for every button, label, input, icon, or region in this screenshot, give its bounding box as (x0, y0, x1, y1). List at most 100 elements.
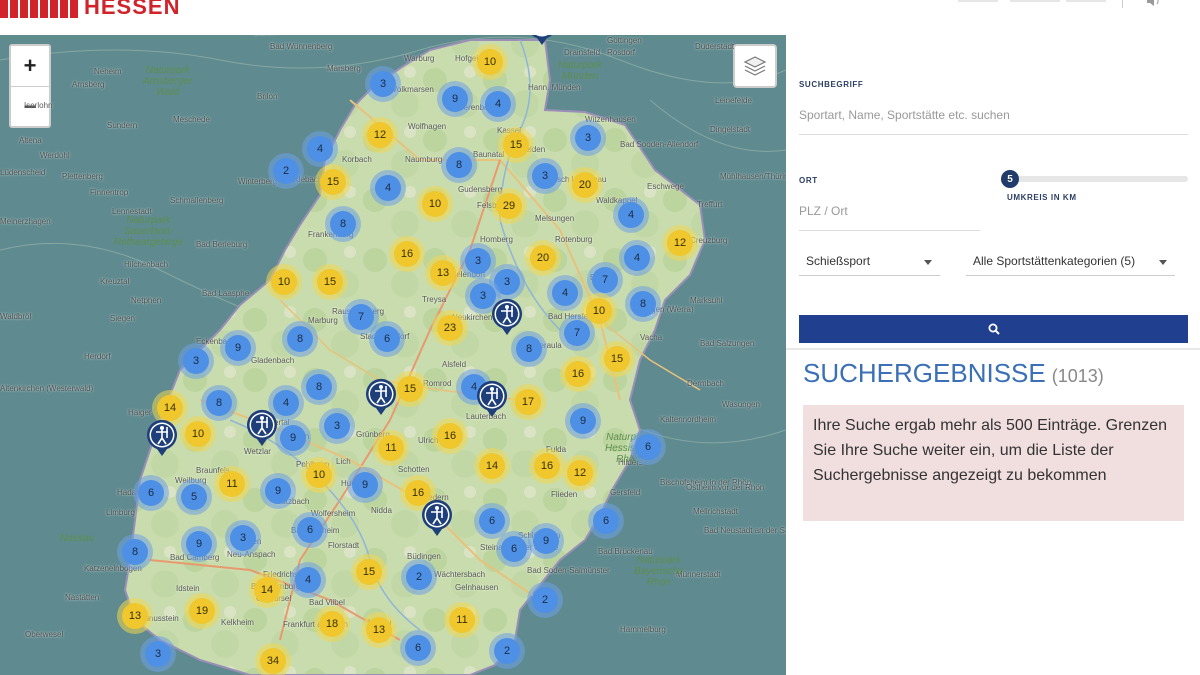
marker-cluster[interactable]: 3 (225, 520, 261, 556)
search-input[interactable]: Sportart, Name, Sportstätte etc. suchen (799, 108, 1188, 135)
category-select[interactable]: Alle Sportstättenkategorien (5) (966, 246, 1175, 276)
marker-cluster[interactable]: 8 (201, 385, 237, 421)
marker-cluster[interactable]: 15 (315, 164, 351, 200)
marker-cluster[interactable]: 8 (441, 147, 477, 183)
marker-cluster[interactable]: 12 (362, 117, 398, 153)
marker-cluster[interactable]: 29 (491, 188, 527, 224)
marker-cluster[interactable]: 9 (181, 526, 217, 562)
marker-cluster[interactable]: 6 (369, 321, 405, 357)
marker-cluster[interactable]: 15 (312, 264, 348, 300)
marker-cluster[interactable]: 20 (567, 167, 603, 203)
shooting-sport-pin-icon[interactable] (365, 378, 397, 416)
marker-cluster[interactable]: 10 (417, 186, 453, 222)
marker-cluster[interactable]: 6 (496, 531, 532, 567)
marker-cluster[interactable]: 9 (260, 473, 296, 509)
marker-cluster[interactable]: 18 (314, 606, 350, 642)
marker-cluster[interactable]: 2 (268, 153, 304, 189)
marker-cluster[interactable]: 3 (365, 66, 401, 102)
marker-cluster[interactable]: 7 (559, 315, 595, 351)
marker-cluster[interactable]: 34 (255, 643, 291, 675)
marker-cluster[interactable]: 12 (662, 225, 698, 261)
zoom-in-button[interactable]: + (11, 46, 49, 86)
marker-cluster[interactable]: 11 (214, 466, 250, 502)
marker-cluster[interactable]: 8 (301, 369, 337, 405)
marker-cluster[interactable]: 8 (117, 534, 153, 570)
marker-cluster[interactable]: 8 (511, 331, 547, 367)
marker-cluster[interactable]: 12 (562, 455, 598, 491)
header-link-faint[interactable] (958, 0, 998, 2)
sport-select[interactable]: Schießsport (799, 246, 940, 276)
marker-cluster[interactable]: 20 (525, 240, 561, 276)
marker-cluster[interactable]: 11 (444, 602, 480, 638)
marker-cluster[interactable]: 3 (178, 343, 214, 379)
marker-cluster[interactable]: 10 (180, 416, 216, 452)
marker-cluster[interactable]: 3 (570, 120, 606, 156)
marker-cluster[interactable]: 13 (425, 255, 461, 291)
marker-cluster[interactable]: 6 (133, 475, 169, 511)
marker-cluster[interactable]: 13 (117, 598, 153, 634)
marker-cluster[interactable]: 2 (489, 633, 525, 669)
marker-cluster[interactable]: 9 (565, 403, 601, 439)
marker-cluster[interactable]: 3 (527, 158, 563, 194)
marker-cluster[interactable]: 9 (347, 467, 383, 503)
marker-cluster[interactable]: 8 (625, 286, 661, 322)
shooting-sport-pin-icon[interactable] (491, 298, 523, 336)
marker-cluster[interactable]: 16 (432, 418, 468, 454)
marker-cluster[interactable]: 9 (528, 523, 564, 559)
location-input[interactable]: PLZ / Ort (799, 204, 980, 231)
marker-cluster[interactable]: 13 (361, 612, 397, 648)
radius-slider-handle[interactable]: 5 (1001, 170, 1019, 188)
marker-cluster[interactable]: 9 (220, 330, 256, 366)
header-link-faint[interactable] (1066, 0, 1106, 2)
marker-cluster[interactable]: 14 (249, 572, 285, 608)
marker-cluster[interactable]: 4 (370, 170, 406, 206)
marker-cluster[interactable]: 2 (527, 582, 563, 618)
marker-cluster[interactable]: 19 (184, 593, 220, 629)
marker-cluster[interactable]: 16 (389, 236, 425, 272)
marker-cluster[interactable]: 15 (599, 341, 635, 377)
marker-cluster[interactable]: 11 (373, 430, 409, 466)
speaker-icon[interactable] (1146, 0, 1162, 9)
marker-cluster[interactable]: 6 (588, 503, 624, 539)
marker-cluster[interactable]: 3 (140, 636, 176, 672)
marker-cluster[interactable]: 6 (400, 630, 436, 666)
hessen-logo[interactable]: HESSEN (0, 0, 180, 18)
marker-cluster[interactable]: 3 (319, 408, 355, 444)
marker-cluster[interactable]: 8 (325, 206, 361, 242)
marker-cluster[interactable]: 7 (587, 262, 623, 298)
marker-cluster[interactable]: 5 (176, 479, 212, 515)
marker-cluster[interactable]: 16 (529, 448, 565, 484)
shooting-sport-pin-icon[interactable] (421, 499, 453, 537)
header-link-faint[interactable] (1010, 0, 1060, 2)
marker-cluster[interactable]: 4 (480, 86, 516, 122)
marker-cluster[interactable]: 14 (474, 448, 510, 484)
marker-cluster[interactable]: 16 (560, 356, 596, 392)
marker-cluster[interactable]: 4 (547, 275, 583, 311)
marker-cluster[interactable]: 6 (292, 512, 328, 548)
marker-cluster[interactable]: 17 (510, 384, 546, 420)
marker-cluster[interactable]: 2 (401, 559, 437, 595)
marker-cluster[interactable]: 15 (392, 371, 428, 407)
marker-cluster[interactable]: 23 (432, 310, 468, 346)
marker-cluster[interactable]: 10 (301, 457, 337, 493)
marker-cluster[interactable]: 15 (351, 554, 387, 590)
marker-cluster[interactable]: 10 (266, 264, 302, 300)
marker-cluster[interactable]: 4 (619, 240, 655, 276)
marker-cluster[interactable]: 6 (630, 429, 666, 465)
marker-cluster[interactable]: 4 (302, 131, 338, 167)
marker-cluster[interactable]: 8 (282, 321, 318, 357)
marker-cluster[interactable]: 10 (472, 44, 508, 80)
radius-slider[interactable] (1005, 176, 1188, 182)
layers-button[interactable] (733, 44, 777, 88)
shooting-sport-pin-icon[interactable] (146, 419, 178, 457)
shooting-sport-pin-icon[interactable] (526, 35, 558, 46)
marker-cluster[interactable]: 15 (498, 127, 534, 163)
marker-cluster[interactable]: 9 (275, 420, 311, 456)
search-button[interactable] (799, 315, 1188, 343)
map[interactable]: + − ErwitteBürenBad WünnenbergBorgentrei… (0, 35, 786, 675)
marker-cluster[interactable]: 4 (290, 562, 326, 598)
shooting-sport-pin-icon[interactable] (476, 380, 508, 418)
marker-cluster[interactable]: 9 (437, 81, 473, 117)
shooting-sport-pin-icon[interactable] (246, 409, 278, 447)
marker-cluster[interactable]: 4 (613, 197, 649, 233)
